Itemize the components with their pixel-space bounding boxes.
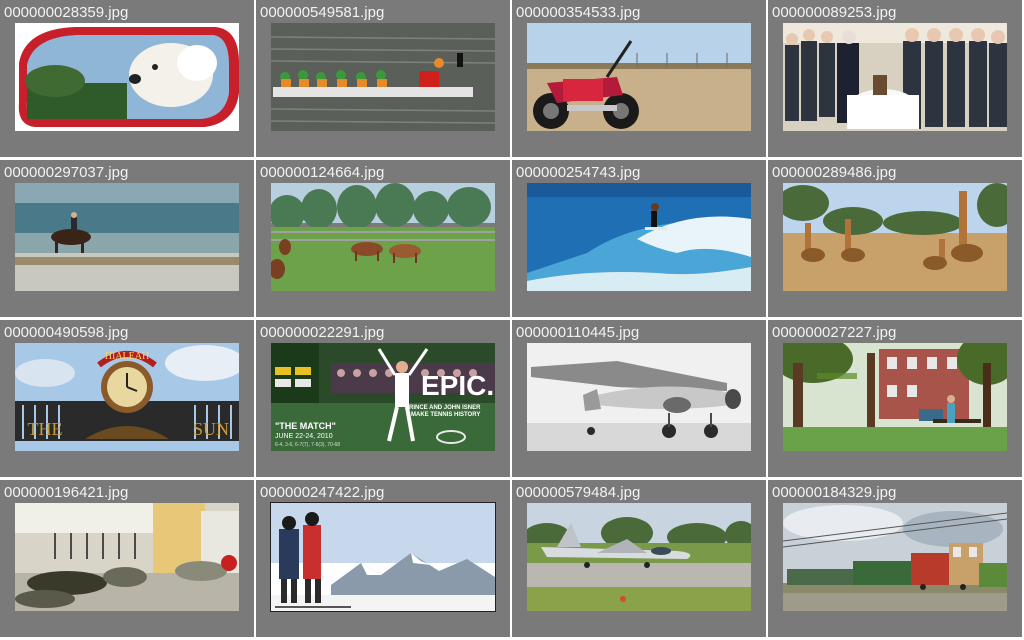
poster-match-score: 6-4, 3-6, 6-7(7), 7-6(3), 70-68: [275, 442, 340, 448]
thumbnail-cell[interactable]: 000000247422.jpg: [256, 480, 510, 637]
filename-label: 000000089253.jpg: [772, 4, 897, 21]
filename-label: 000000022291.jpg: [260, 324, 385, 341]
thumbnail-image-park-bench: [783, 343, 1007, 451]
filename-label: 000000110445.jpg: [516, 324, 640, 341]
thumbnail-cell[interactable]: 000000354533.jpg: [512, 0, 766, 157]
poster-subline-2: MAKE TENNIS HISTORY: [411, 412, 480, 418]
thumbnail-image-skiers: [270, 502, 496, 612]
thumbnail-cell[interactable]: 000000579484.jpg: [512, 480, 766, 637]
thumbnail-image-giraffes: [783, 183, 1007, 291]
thumbnail-image-motorcycle: [527, 23, 751, 131]
thumbnail-image-ceremony: [783, 23, 1007, 131]
thumbnail-cell[interactable]: 000000297037.jpg: [0, 160, 254, 317]
thumbnail-cell[interactable]: 000000184329.jpg: [768, 480, 1022, 637]
thumbnail-image-tennis-poster: EPIC. PRINCE AND JOHN ISNER MAKE TENNIS …: [271, 343, 495, 451]
thumbnail-image-airport-sleepers: [15, 503, 239, 611]
thumbnail-image-jet: [527, 503, 751, 611]
thumbnail-cell[interactable]: 000000089253.jpg: [768, 0, 1022, 157]
filename-label: 000000289486.jpg: [772, 164, 897, 181]
poster-match-dates: JUNE 22-24, 2010: [275, 433, 333, 440]
thumbnail-cell[interactable]: 000000254743.jpg: [512, 160, 766, 317]
thumbnail-image-horse-rider-beach: [15, 183, 239, 291]
thumbnail-image-surfer: [527, 183, 751, 291]
thumbnail-cell[interactable]: 000000196421.jpg: [0, 480, 254, 637]
poster-headline: EPIC.: [421, 370, 494, 401]
image-grid: 000000028359.jpg 000000549581.jpg 000000…: [0, 0, 1024, 640]
filename-label: 000000490598.jpg: [4, 324, 129, 341]
filename-label: 000000247422.jpg: [260, 484, 385, 501]
thumbnail-cell[interactable]: 000000022291.jpg EPIC. PRINCE AND JOHN I…: [256, 320, 510, 477]
thumbnail-image-vintage-airplane: [527, 343, 751, 451]
filename-label: 000000549581.jpg: [260, 4, 385, 21]
poster-subline: PRINCE AND JOHN ISNER: [405, 405, 481, 411]
filename-label: 000000027227.jpg: [772, 324, 897, 341]
thumbnail-cell[interactable]: 000000490598.jpg HIALEAH THE SUN: [0, 320, 254, 477]
poster-match-title: "THE MATCH": [275, 421, 336, 431]
filename-label: 000000196421.jpg: [4, 484, 129, 501]
thumbnail-cell[interactable]: 000000124664.jpg: [256, 160, 510, 317]
filename-label: 000000028359.jpg: [4, 4, 129, 21]
thumbnail-cell[interactable]: 000000110445.jpg: [512, 320, 766, 477]
filename-label: 000000297037.jpg: [4, 164, 129, 181]
filename-label: 000000254743.jpg: [516, 164, 641, 181]
thumbnail-image-dog-in-mirror: [15, 23, 239, 131]
sign-left-text: THE: [28, 419, 63, 439]
thumbnail-cell[interactable]: 000000549581.jpg: [256, 0, 510, 157]
thumbnail-image-dragon-boat: [271, 23, 495, 131]
thumbnail-image-horses-grazing: [271, 183, 495, 291]
thumbnail-image-train: [783, 503, 1007, 611]
filename-label: 000000184329.jpg: [772, 484, 897, 501]
sign-top-text: HIALEAH: [105, 351, 149, 362]
filename-label: 000000124664.jpg: [260, 164, 385, 181]
thumbnail-image-clock-sign: HIALEAH THE SUN: [15, 343, 239, 451]
filename-label: 000000579484.jpg: [516, 484, 641, 501]
sign-right-text: SUN: [193, 419, 229, 439]
thumbnail-cell[interactable]: 000000289486.jpg: [768, 160, 1022, 317]
thumbnail-cell[interactable]: 000000027227.jpg: [768, 320, 1022, 477]
filename-label: 000000354533.jpg: [516, 4, 641, 21]
thumbnail-cell[interactable]: 000000028359.jpg: [0, 0, 254, 157]
